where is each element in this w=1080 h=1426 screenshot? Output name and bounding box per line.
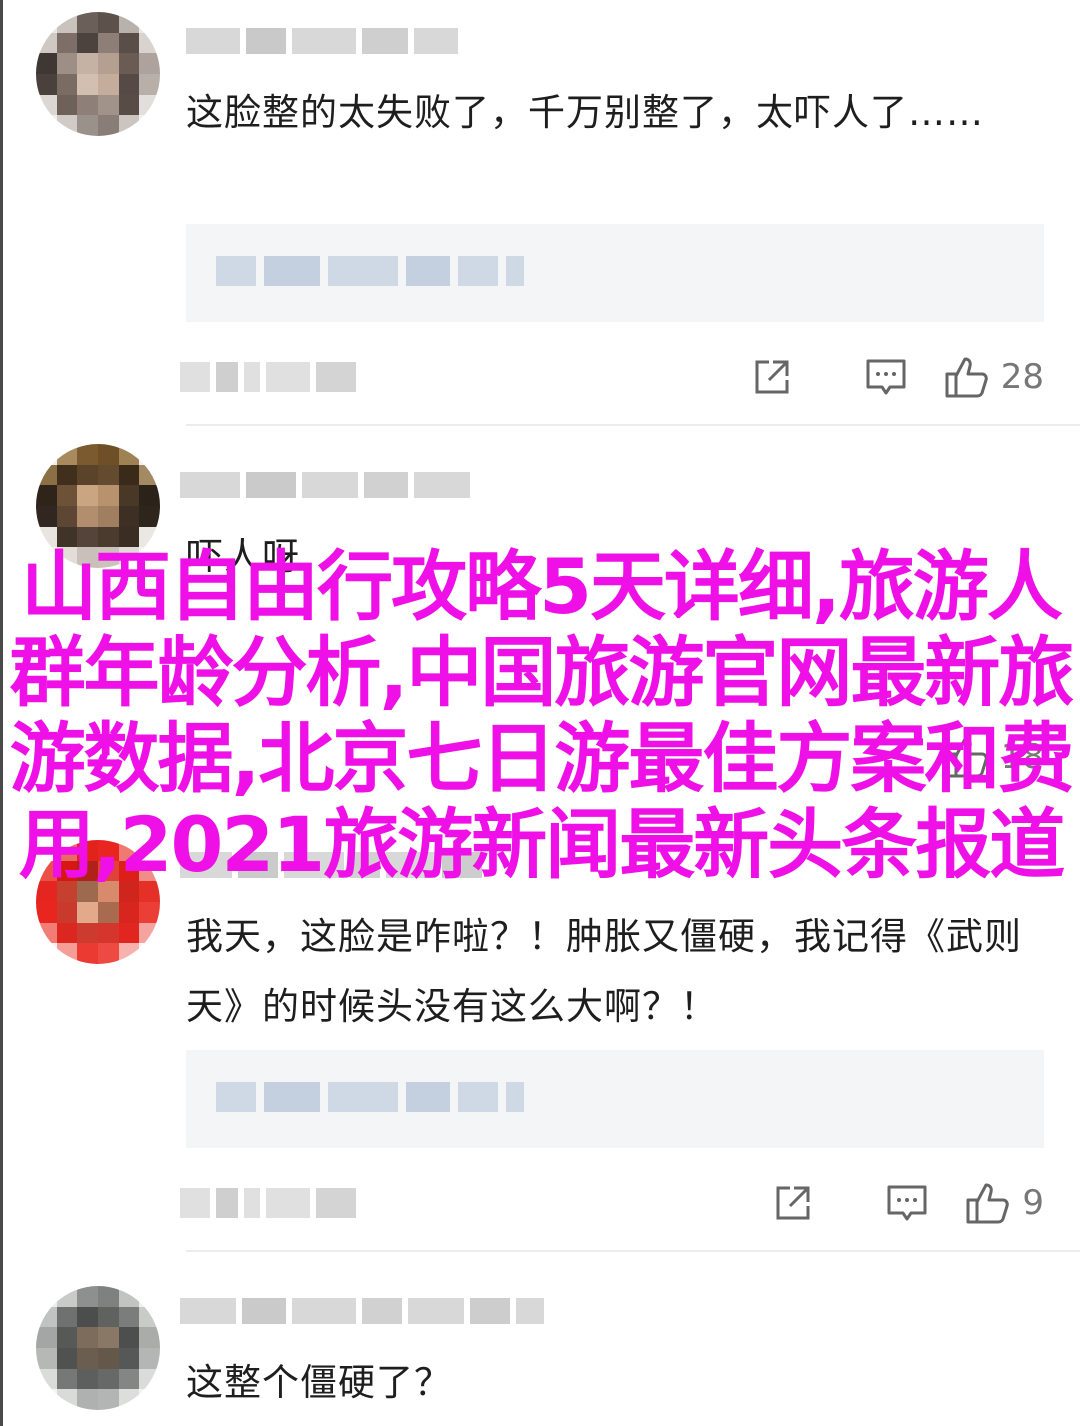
comment-text: 这整个僵硬了？ — [186, 1361, 452, 1404]
comment-icon — [866, 359, 906, 395]
comment-divider — [186, 424, 1080, 426]
comment-actions: 28 — [715, 352, 1044, 402]
timestamp-blurred — [180, 360, 356, 394]
username-blurred[interactable] — [180, 1296, 544, 1326]
share-button[interactable] — [736, 1178, 850, 1228]
comment-actions: 9 — [736, 1178, 1044, 1228]
comment-divider — [186, 1250, 1080, 1252]
timestamp-blurred — [180, 1186, 356, 1220]
share-button[interactable] — [715, 352, 829, 402]
share-icon — [755, 360, 789, 394]
share-icon — [776, 1186, 810, 1220]
avatar[interactable] — [36, 1286, 160, 1410]
thumbs-up-icon — [945, 357, 988, 398]
like-button[interactable]: 28 — [943, 354, 1044, 400]
comment-text: 这脸整的太失败了，千万别整了，太吓人了…… — [186, 91, 984, 134]
thumbs-up-icon — [966, 1183, 1010, 1224]
like-count: 28 — [1000, 357, 1044, 397]
reply-button[interactable] — [829, 352, 943, 402]
like-button[interactable]: 9 — [964, 1180, 1044, 1226]
reply-button[interactable] — [850, 1178, 964, 1228]
comment-icon — [887, 1185, 927, 1221]
comment-text: 我天，这脸是咋啦？！肿胀又僵硬，我记得《武则天》的时候头没有这么大啊？！ — [186, 915, 1022, 1028]
overlay-headline: 山西自由行攻略5天详细,旅游人群年龄分析,中国旅游官网最新旅游数据,北京七日游最… — [9, 542, 1075, 889]
username-blurred[interactable] — [186, 26, 458, 56]
left-edge-rule — [0, 0, 3, 1426]
like-count: 9 — [1022, 1183, 1044, 1223]
avatar[interactable] — [36, 12, 160, 136]
username-blurred[interactable] — [180, 470, 470, 500]
quoted-reply-blurred[interactable] — [186, 1050, 1044, 1148]
quoted-reply-blurred[interactable] — [186, 224, 1044, 322]
